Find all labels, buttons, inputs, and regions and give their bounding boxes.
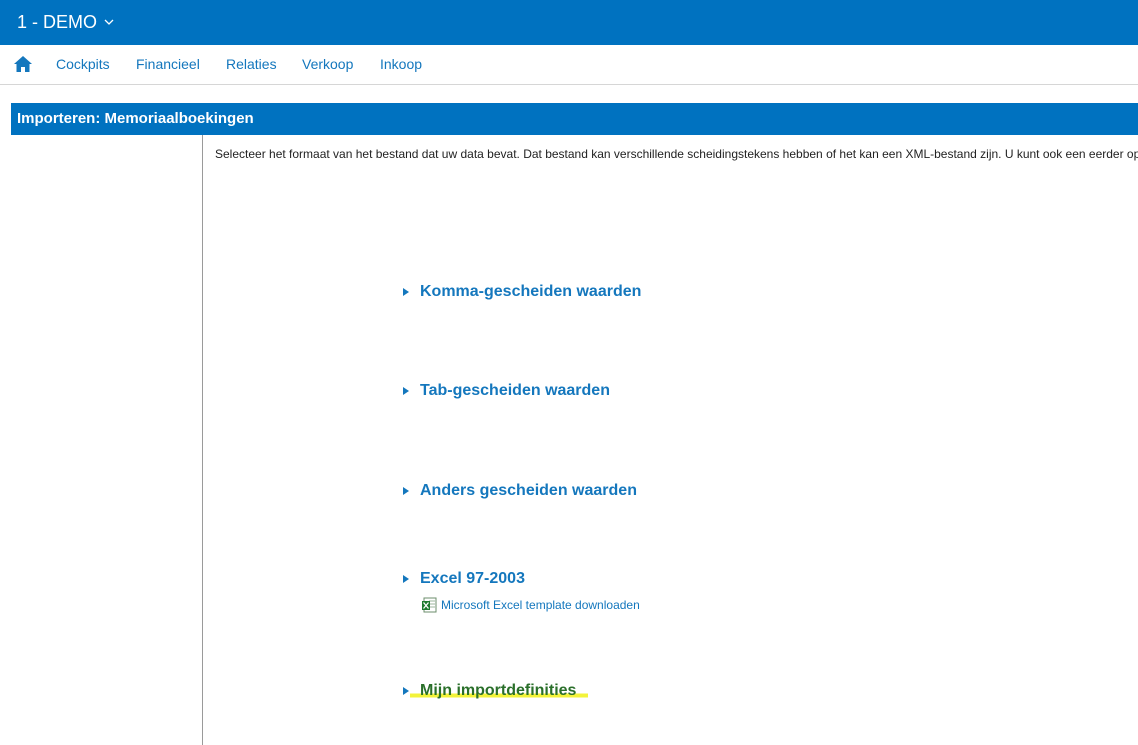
top-bar: 1 - DEMO <box>0 0 1138 45</box>
excel-template-label: Microsoft Excel template downloaden <box>441 598 640 612</box>
chevron-down-icon <box>104 19 114 25</box>
option-tab[interactable]: Tab-gescheiden waarden <box>403 381 610 401</box>
nav-item-inkoop[interactable]: Inkoop <box>380 56 422 73</box>
home-icon[interactable] <box>13 55 33 73</box>
triangle-right-icon <box>403 288 409 296</box>
nav-item-cockpits[interactable]: Cockpits <box>56 56 110 73</box>
option-label: Mijn importdefinities <box>410 681 589 701</box>
page-title: Importeren: Memoriaalboekingen <box>11 103 1138 135</box>
triangle-right-icon <box>403 387 409 395</box>
option-label: Anders gescheiden waarden <box>420 482 637 499</box>
option-importdefinities[interactable]: Mijn importdefinities <box>403 681 589 701</box>
main-nav: Cockpits Financieel Relaties Verkoop Ink… <box>0 45 1138 85</box>
company-selector[interactable]: 1 - DEMO <box>17 11 115 33</box>
triangle-right-icon <box>403 687 409 695</box>
option-label: Tab-gescheiden waarden <box>420 382 610 399</box>
triangle-right-icon <box>403 575 409 583</box>
option-label: Komma-gescheiden waarden <box>420 283 642 300</box>
option-komma[interactable]: Komma-gescheiden waarden <box>403 282 641 302</box>
left-column <box>11 135 203 745</box>
triangle-right-icon <box>403 487 409 495</box>
nav-item-verkoop[interactable]: Verkoop <box>302 56 353 73</box>
option-excel[interactable]: Excel 97-2003 <box>403 569 525 589</box>
nav-item-relaties[interactable]: Relaties <box>226 56 277 73</box>
option-anders[interactable]: Anders gescheiden waarden <box>403 481 637 501</box>
company-name: 1 - DEMO <box>17 12 98 32</box>
option-label: Excel 97-2003 <box>420 570 525 587</box>
excel-template-link[interactable]: Microsoft Excel template downloaden <box>421 597 640 613</box>
excel-file-icon <box>422 597 437 613</box>
nav-item-financieel[interactable]: Financieel <box>136 56 200 73</box>
intro-text: Selecteer het formaat van het bestand da… <box>215 147 1138 161</box>
